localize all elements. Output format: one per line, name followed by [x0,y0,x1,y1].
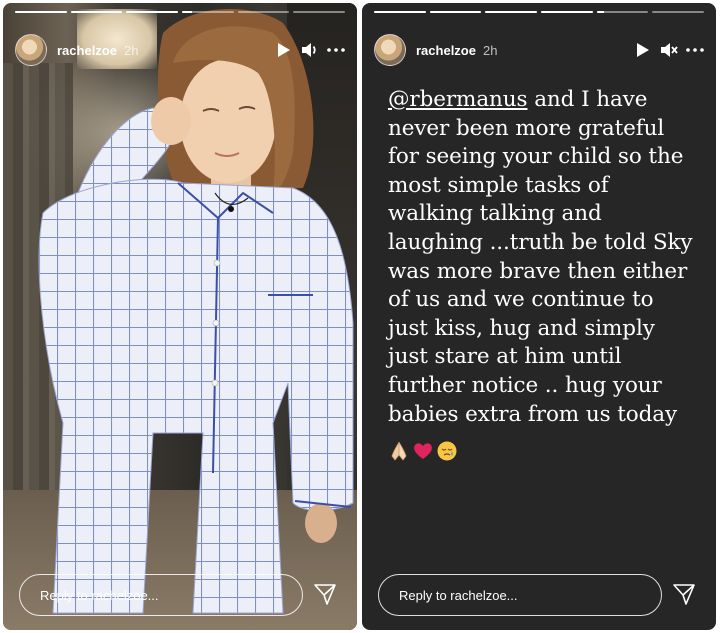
caption-line: walking talking and [388,201,602,227]
username[interactable]: rachelzoe [416,43,476,58]
sleepy-face-icon [437,441,457,461]
volume-icon[interactable] [301,41,319,59]
progress-fill [596,11,605,13]
caption-line: of us and we continue to [388,287,654,313]
caption-text: and I have [527,87,648,112]
caption-line: never been more grateful [388,115,665,141]
emoji-row [388,440,458,462]
more-options-icon[interactable] [686,41,704,59]
progress-fill [485,11,538,13]
play-icon[interactable] [634,41,652,59]
story-left[interactable]: rachelzoe 2h Reply to rachelzoe... [3,3,357,630]
story-progress [15,11,346,13]
progress-fill [429,11,482,13]
caption-line: babies extra from us today [388,401,678,427]
progress-fill [70,11,123,13]
story-controls [634,41,704,59]
progress-segment [429,11,482,13]
progress-segment [485,11,538,13]
story-header: rachelzoe 2h [15,33,345,67]
send-icon[interactable] [313,582,337,606]
progress-segment [70,11,123,13]
reply-input[interactable]: Reply to rachelzoe... [378,574,662,616]
child-in-pajamas [38,9,354,614]
story-photo [3,3,357,630]
caption-line: just stare at him until [388,344,622,370]
more-options-icon[interactable] [327,41,345,59]
progress-segment [652,11,705,13]
progress-segment [596,11,649,13]
progress-fill [126,11,179,13]
story-caption: @rbermanus and I have never been more gr… [388,86,706,429]
progress-fill [541,11,593,13]
caption-line: further notice .. hug your [388,372,662,398]
folded-hands-icon [391,441,407,461]
post-time: 2h [123,42,139,58]
red-heart-icon [414,443,432,459]
story-right[interactable]: rachelzoe 2h @rbermanus and I have never… [362,3,716,630]
story-progress [374,11,705,13]
progress-fill [182,11,193,13]
avatar[interactable] [374,34,406,66]
username[interactable]: rachelzoe [57,43,117,58]
progress-segment [374,11,426,13]
avatar[interactable] [15,34,47,66]
caption-line: was more brave then either [388,258,688,284]
progress-fill [15,11,67,13]
send-icon[interactable] [672,582,696,606]
caption-line: most simple tasks of [388,172,609,198]
progress-segment [182,11,234,13]
progress-segment [237,11,290,13]
caption-line: just kiss, hug and simply [388,315,655,341]
reply-input[interactable]: Reply to rachelzoe... [19,574,303,616]
story-header: rachelzoe 2h [374,33,704,67]
caption-line: for seeing your child so the [388,144,684,170]
progress-segment [15,11,67,13]
progress-segment [126,11,179,13]
muted-volume-icon[interactable] [660,41,678,59]
progress-fill [374,11,426,13]
mention-link[interactable]: @rbermanus [388,87,528,112]
caption-line: laughing ...truth be told Sky [388,229,693,255]
progress-segment [293,11,346,13]
post-time: 2h [482,42,498,58]
play-icon[interactable] [275,41,293,59]
story-controls [275,41,345,59]
progress-segment [541,11,593,13]
caption-line: @rbermanus and I have [388,86,706,115]
